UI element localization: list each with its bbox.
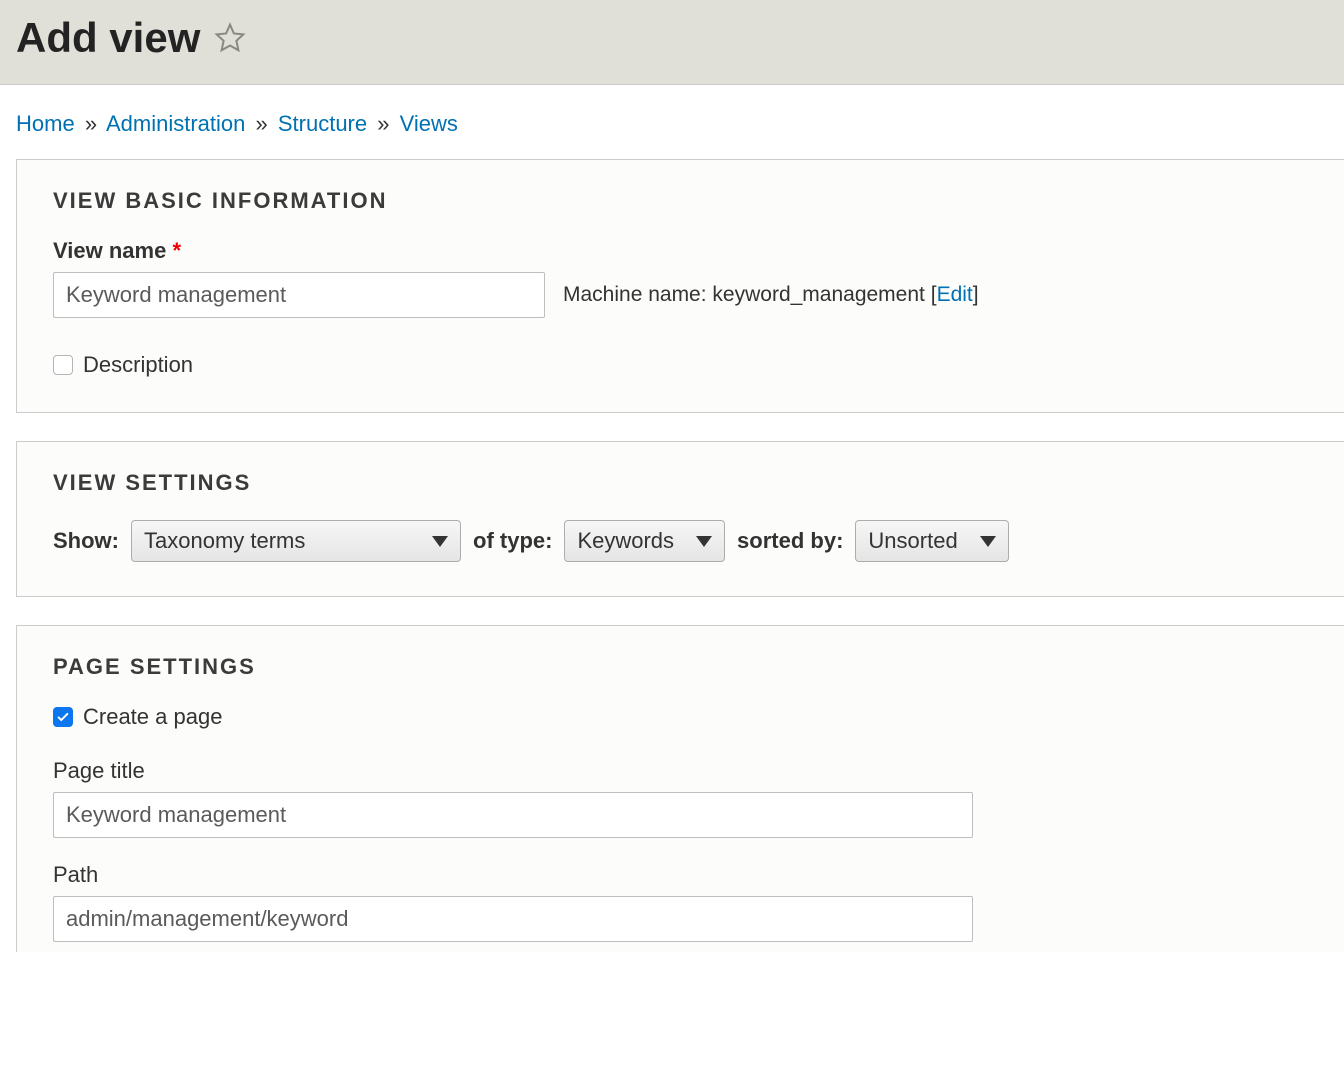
chevron-down-icon (980, 536, 996, 547)
breadcrumb-home[interactable]: Home (16, 111, 75, 136)
of-type-select[interactable]: Keywords (564, 520, 725, 562)
chevron-down-icon (432, 536, 448, 547)
section-title-basic: VIEW BASIC INFORMATION (53, 188, 1308, 214)
chevron-down-icon (696, 536, 712, 547)
star-icon[interactable] (214, 22, 246, 54)
description-checkbox[interactable] (53, 355, 73, 375)
page-header: Add view (0, 0, 1344, 85)
view-name-label: View name * (53, 238, 1308, 264)
breadcrumb-sep: » (255, 111, 267, 136)
description-checkbox-row[interactable]: Description (53, 352, 1308, 378)
of-type-select-value: Keywords (577, 528, 674, 554)
section-title-page: PAGE SETTINGS (53, 654, 1308, 680)
panel-page-settings: PAGE SETTINGS Create a page Page title P… (16, 625, 1344, 952)
path-label: Path (53, 862, 1308, 888)
description-label: Description (83, 352, 193, 378)
sorted-by-label: sorted by: (737, 528, 843, 554)
breadcrumb: Home » Administration » Structure » View… (0, 85, 1344, 159)
breadcrumb-sep: » (85, 111, 97, 136)
view-name-label-text: View name (53, 238, 166, 263)
breadcrumb-sep: » (377, 111, 389, 136)
section-title-settings: VIEW SETTINGS (53, 470, 1308, 496)
sorted-by-select[interactable]: Unsorted (855, 520, 1008, 562)
machine-name-edit-link[interactable]: Edit (937, 283, 973, 306)
breadcrumb-administration[interactable]: Administration (106, 111, 245, 136)
sorted-by-select-value: Unsorted (868, 528, 957, 554)
show-label: Show: (53, 528, 119, 554)
show-select-value: Taxonomy terms (144, 528, 305, 554)
breadcrumb-views[interactable]: Views (400, 111, 458, 136)
bracket-close: ] (973, 283, 979, 306)
path-input[interactable] (53, 896, 973, 942)
machine-name-label: Machine name: (563, 283, 707, 306)
panel-view-settings: VIEW SETTINGS Show: Taxonomy terms of ty… (16, 441, 1344, 597)
create-page-checkbox-row[interactable]: Create a page (53, 704, 1308, 730)
create-page-checkbox[interactable] (53, 707, 73, 727)
panel-basic-info: VIEW BASIC INFORMATION View name * Machi… (16, 159, 1344, 413)
page-title-input[interactable] (53, 792, 973, 838)
page-title-label: Page title (53, 758, 1308, 784)
breadcrumb-structure[interactable]: Structure (278, 111, 367, 136)
of-type-label: of type: (473, 528, 552, 554)
machine-name-value: keyword_management (712, 283, 924, 306)
show-select[interactable]: Taxonomy terms (131, 520, 461, 562)
required-indicator: * (172, 238, 181, 263)
view-name-input[interactable] (53, 272, 545, 318)
page-title-text: Add view (16, 14, 200, 62)
create-page-label: Create a page (83, 704, 222, 730)
page-title: Add view (16, 14, 1328, 62)
machine-name-line: Machine name: keyword_management [Edit] (563, 283, 979, 307)
